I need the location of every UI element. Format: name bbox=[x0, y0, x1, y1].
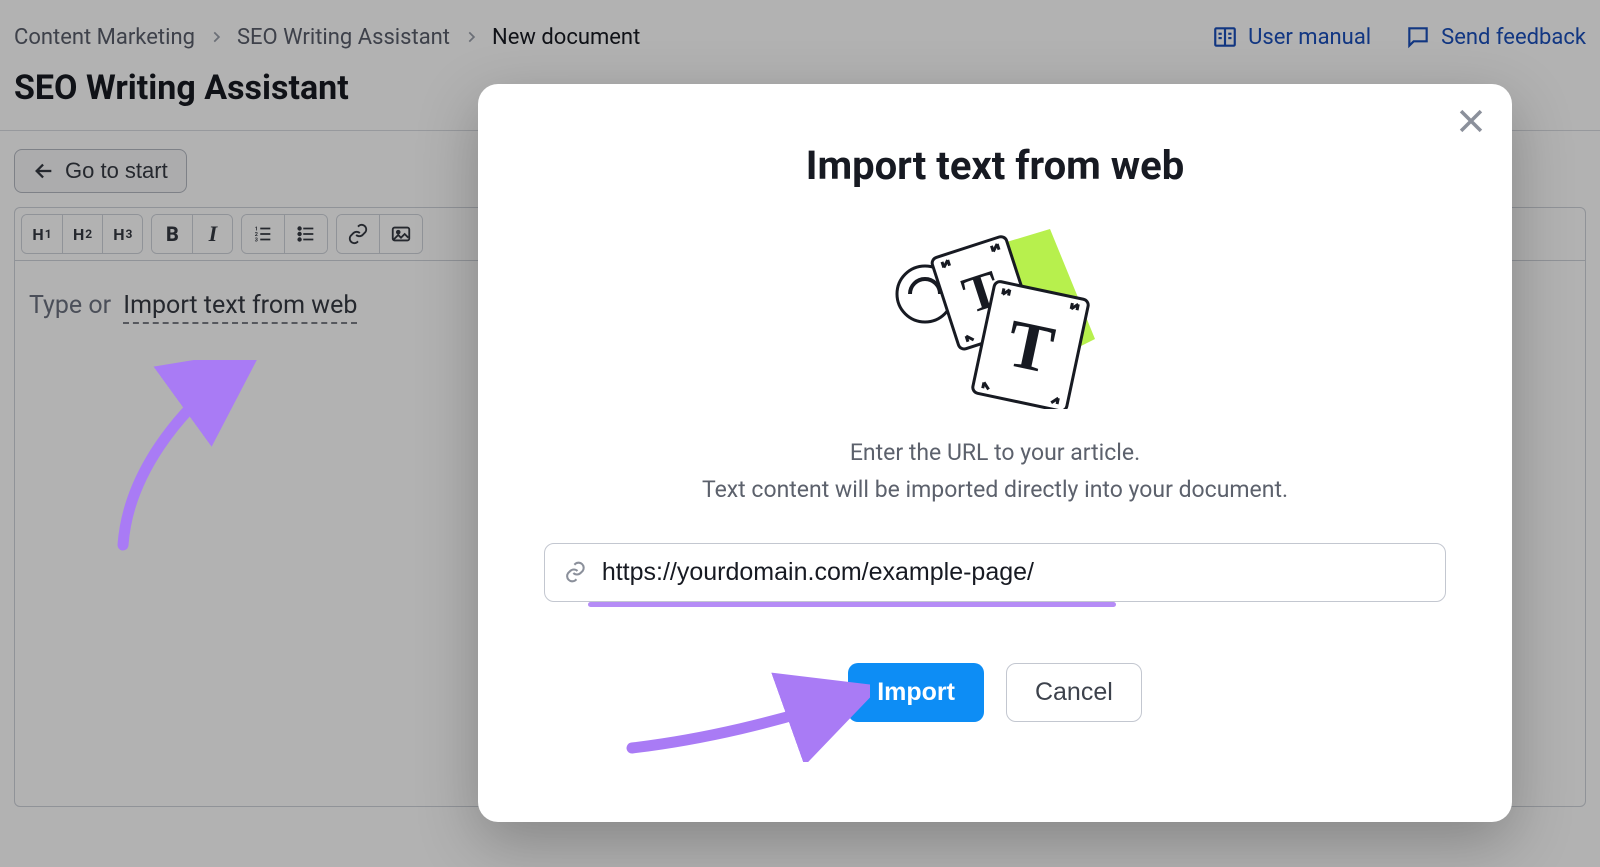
modal-title: Import text from web bbox=[512, 142, 1478, 189]
url-input-wrapper bbox=[544, 543, 1446, 602]
import-illustration: T T bbox=[512, 219, 1478, 409]
close-button[interactable] bbox=[1454, 104, 1488, 142]
annotation-underline bbox=[588, 602, 1116, 607]
url-input[interactable] bbox=[602, 558, 1427, 587]
link-icon bbox=[563, 559, 588, 585]
import-button[interactable]: Import bbox=[848, 663, 984, 722]
cancel-button[interactable]: Cancel bbox=[1006, 663, 1142, 722]
modal-description: Enter the URL to your article. Text cont… bbox=[512, 435, 1478, 509]
import-modal: Import text from web T bbox=[478, 84, 1512, 822]
close-icon bbox=[1454, 104, 1488, 138]
